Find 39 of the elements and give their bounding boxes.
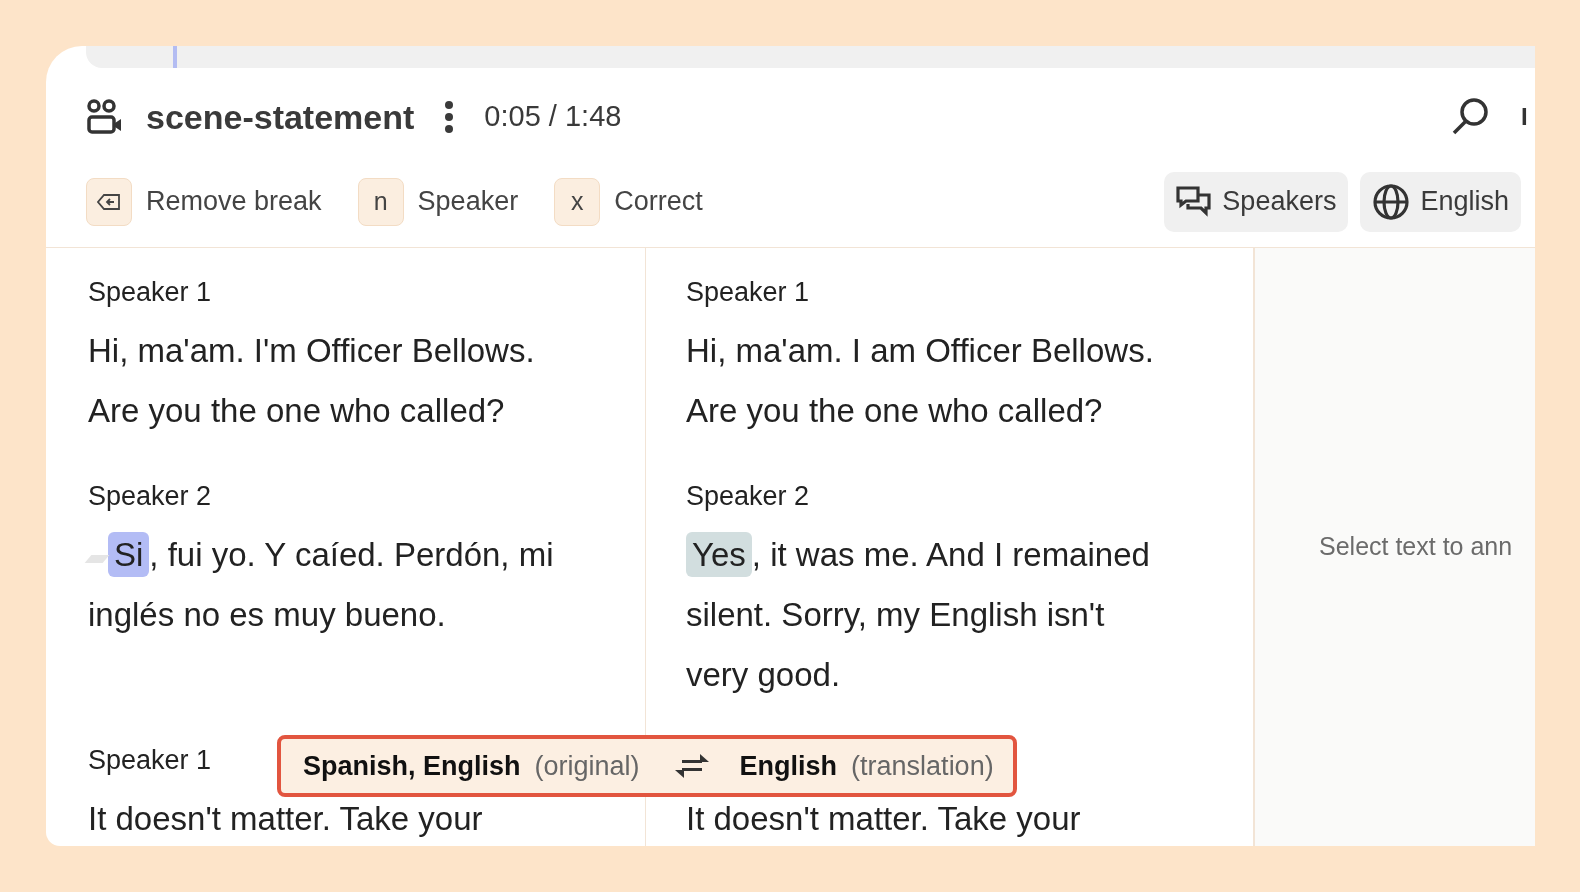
backspace-icon — [97, 193, 121, 210]
transcript-line: Si , fui yo. Y caíed. Perdón, mi — [108, 531, 554, 579]
transcript-line: Hi, ma'am. I'm Officer Bellows. — [88, 331, 535, 371]
source-language: Spanish, English — [303, 749, 521, 783]
transcript-line: silent. Sorry, my English isn't — [686, 595, 1105, 635]
speaker-label: Speaker 1 — [88, 743, 212, 777]
transcript-line: very good. — [686, 655, 841, 695]
source-note: (original) — [534, 749, 640, 783]
shortcut-label: Speaker — [417, 185, 519, 219]
shortcut-label: Remove break — [146, 185, 322, 219]
language-bar[interactable]: Spanish, English (original) English (translation) — [277, 735, 1017, 797]
target-language: English — [739, 749, 838, 783]
header-label: I — [1521, 102, 1529, 132]
swap-icon[interactable] — [673, 753, 710, 779]
people-camera-icon — [86, 99, 124, 135]
transcript-line: It doesn't matter. Take your — [88, 799, 483, 839]
key-chip: x — [554, 177, 601, 226]
playback-time: 0:05 / 1:48 — [484, 99, 622, 135]
progress-track[interactable] — [86, 46, 1535, 68]
globe-icon — [1372, 182, 1411, 221]
shortcut-label: Correct — [614, 185, 703, 219]
speakers-button[interactable]: Speakers — [1164, 171, 1349, 232]
language-button[interactable]: English — [1360, 171, 1521, 232]
transcript-line: inglés no es muy bueno. — [88, 595, 446, 635]
speech-bubbles-icon — [1176, 184, 1213, 219]
speaker-label: Speaker 2 — [88, 479, 212, 513]
transcript-line: Are you the one who called? — [686, 391, 1103, 431]
transcript-line: Are you the one who called? — [88, 391, 505, 431]
key-chip: n — [357, 177, 404, 226]
more-options-icon[interactable] — [444, 100, 455, 134]
transcript-line: Yes , it was me. And I remained — [686, 531, 1150, 579]
speaker-label: Speaker 1 — [686, 275, 810, 309]
file-title: scene-statement — [146, 96, 415, 138]
transcript-line: Hi, ma'am. I am Officer Bellows. — [686, 331, 1154, 371]
speaker-label: Speaker 2 — [686, 479, 810, 513]
target-note: (translation) — [851, 749, 994, 783]
transcript-line: It doesn't matter. Take your — [686, 799, 1081, 839]
speaker-label: Speaker 1 — [88, 275, 212, 309]
annotation-hint: Select text to ann — [1319, 531, 1513, 563]
